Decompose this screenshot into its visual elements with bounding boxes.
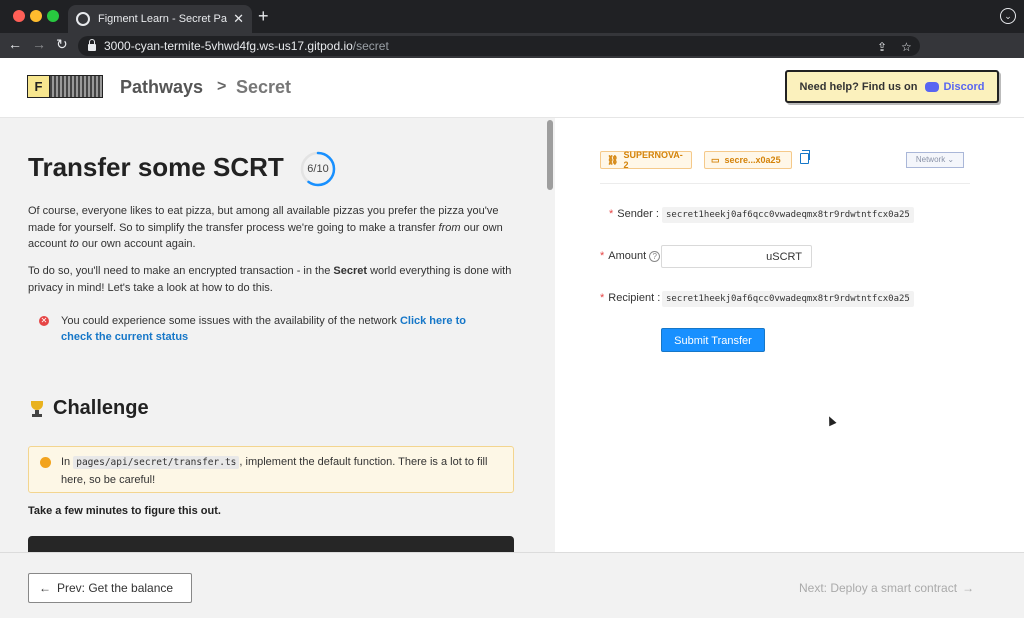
sender-value: secret1heekj0af6qcc0vwadeqmx8tr9rdwtntfc…	[662, 207, 914, 223]
next-step-button[interactable]: Next: Deploy a smart contract →	[799, 581, 974, 595]
forward-icon[interactable]: →	[32, 36, 46, 52]
step-progress: 6/10	[299, 150, 337, 188]
challenge-title: Challenge	[53, 397, 149, 419]
file-path-code: pages/api/secret/transfer.ts	[73, 456, 240, 469]
take-time-text: Take a few minutes to figure this out.	[28, 505, 221, 517]
app-header: F Pathways > Secret Need help? Find us o…	[0, 58, 1024, 118]
address-chip: ▭ secre...x0a25	[704, 151, 792, 169]
progress-label: 6/10	[307, 163, 329, 175]
close-window-button[interactable]	[13, 10, 25, 22]
reload-icon[interactable]: ↻	[56, 36, 68, 53]
breadcrumb-chevron-icon: >	[217, 78, 227, 95]
network-chip: ⛓ SUPERNOVA-2	[600, 150, 692, 170]
recipient-value: secret1heekj0af6qcc0vwadeqmx8tr9rdwtntfc…	[662, 291, 914, 307]
breadcrumb-pathways[interactable]: Pathways	[120, 77, 203, 98]
network-alert: ✕ You could experience some issues with …	[39, 313, 490, 345]
submit-transfer-button[interactable]: Submit Transfer	[661, 328, 765, 352]
prev-step-button[interactable]: ← Prev: Get the balance	[28, 573, 192, 603]
figment-logo[interactable]: F	[27, 75, 103, 98]
encryption-paragraph: To do so, you'll need to make an encrypt…	[28, 265, 512, 294]
alert-text: You could experience some issues with th…	[61, 315, 400, 327]
step-navigation: ← Prev: Get the balance Next: Deploy a s…	[0, 552, 1024, 618]
transfer-panel: ⛓ SUPERNOVA-2 ▭ secre...x0a25 Network ⌄ …	[555, 118, 1024, 552]
discord-label: Discord	[943, 80, 985, 93]
browser-tab[interactable]: Figment Learn - Secret Pathways ✕	[68, 5, 252, 33]
discord-help-button[interactable]: Need help? Find us on Discord	[785, 70, 999, 103]
next-label: Next: Deploy a smart contract	[799, 581, 958, 595]
browser-toolbar: ← → ↻ 3000-cyan-termite-5vhwd4fg.ws-us17…	[0, 33, 1024, 85]
challenge-heading: Challenge	[28, 397, 149, 420]
logo-mark	[50, 76, 102, 97]
minimize-window-button[interactable]	[30, 10, 42, 22]
url-host: 3000-cyan-termite-5vhwd4fg.ws-us17.gitpo…	[104, 39, 353, 53]
help-text: Need help? Find us on	[799, 80, 918, 93]
trophy-icon	[28, 400, 46, 418]
network-select[interactable]: Network ⌄	[906, 152, 964, 168]
breadcrumb-secret: Secret	[236, 77, 292, 97]
recipient-label: * Recipient :	[600, 292, 661, 304]
sender-label: * Sender :	[609, 208, 659, 220]
page-title: Transfer some SCRT	[28, 152, 284, 182]
help-circle-icon[interactable]: ?	[649, 250, 661, 262]
tab-close-icon[interactable]: ✕	[233, 11, 244, 27]
amount-label: *Amount? :	[600, 250, 666, 262]
address-bar[interactable]: 3000-cyan-termite-5vhwd4fg.ws-us17.gitpo…	[78, 36, 920, 56]
bookmark-star-icon[interactable]: ☆	[901, 40, 912, 54]
discord-icon	[925, 81, 940, 92]
warning-icon	[40, 457, 51, 468]
instructions-panel: Transfer some SCRT 6/10 Of course, every…	[0, 118, 555, 552]
browser-tab-bar: Figment Learn - Secret Pathways ✕ + ⌄	[0, 0, 1024, 33]
prev-label: Prev: Get the balance	[57, 581, 174, 595]
mouse-cursor-icon	[825, 414, 837, 427]
amount-unit: uSCRT	[766, 251, 802, 263]
code-block	[28, 536, 514, 552]
link-icon: ⛓	[607, 154, 619, 165]
intro-paragraph: Of course, everyone likes to eat pizza, …	[28, 205, 503, 250]
challenge-text: In pages/api/secret/transfer.ts, impleme…	[61, 456, 488, 486]
tab-search-icon[interactable]: ⌄	[1000, 8, 1016, 24]
tab-title: Figment Learn - Secret Pathways	[98, 13, 228, 25]
amount-input[interactable]	[662, 246, 762, 267]
error-icon: ✕	[39, 316, 49, 326]
maximize-window-button[interactable]	[47, 10, 59, 22]
divider	[600, 183, 970, 184]
amount-input-group: uSCRT	[661, 245, 812, 268]
scrollbar[interactable]	[547, 120, 553, 190]
copy-icon[interactable]	[800, 150, 810, 164]
arrow-right-icon: →	[962, 581, 975, 595]
new-tab-icon[interactable]: +	[258, 6, 269, 27]
share-icon[interactable]: ⇪	[877, 40, 887, 54]
logo-letter: F	[28, 76, 50, 97]
wallet-icon: ▭	[711, 154, 720, 165]
arrow-left-icon: ←	[39, 581, 51, 595]
favicon-icon	[76, 12, 90, 26]
url-path: /secret	[352, 39, 389, 53]
challenge-callout: In pages/api/secret/transfer.ts, impleme…	[28, 446, 514, 493]
back-icon[interactable]: ←	[8, 36, 22, 52]
lock-icon	[88, 38, 96, 51]
